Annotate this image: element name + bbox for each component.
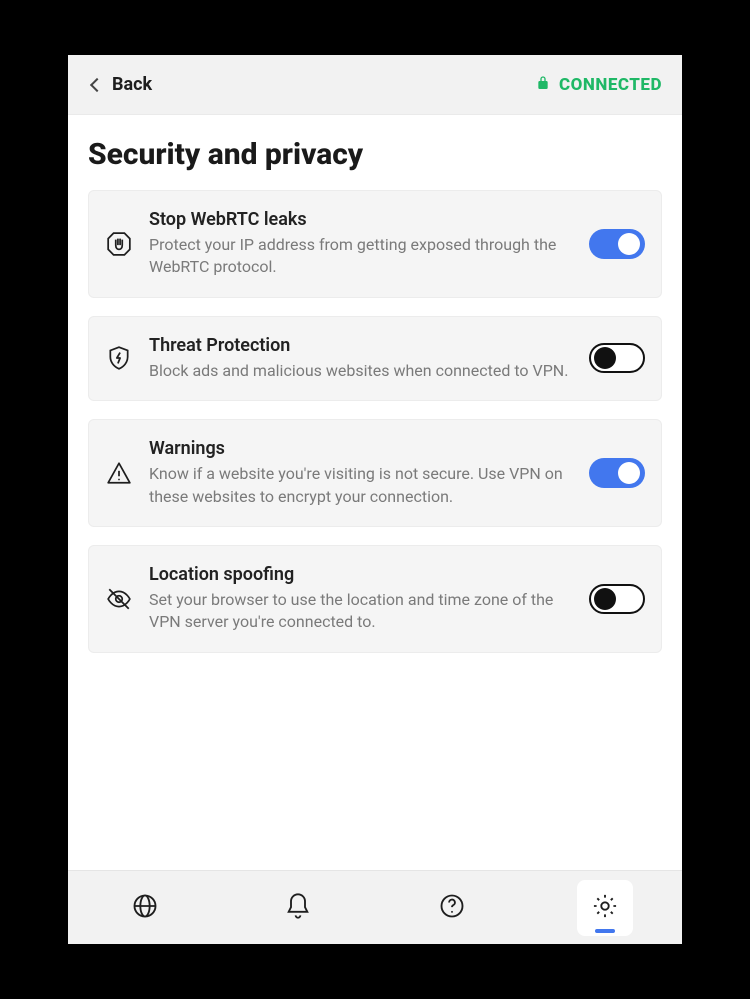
back-button[interactable]: Back xyxy=(88,74,152,95)
content-area: Security and privacy Stop WebRTC leaks P… xyxy=(68,115,682,870)
setting-description: Know if a website you're visiting is not… xyxy=(149,463,573,508)
top-bar: Back CONNECTED xyxy=(68,55,682,115)
nav-settings[interactable] xyxy=(577,880,633,936)
toggle-location-spoofing[interactable] xyxy=(589,584,645,614)
toggle-threat-protection[interactable] xyxy=(589,343,645,373)
toggle-knob xyxy=(618,233,640,255)
warning-triangle-icon xyxy=(105,459,133,487)
setting-text: Stop WebRTC leaks Protect your IP addres… xyxy=(149,209,573,279)
toggle-warnings[interactable] xyxy=(589,458,645,488)
toggle-knob xyxy=(594,588,616,610)
toggle-knob xyxy=(594,347,616,369)
setting-title: Stop WebRTC leaks xyxy=(149,209,573,230)
setting-description: Protect your IP address from getting exp… xyxy=(149,234,573,279)
setting-warnings: Warnings Know if a website you're visiti… xyxy=(88,419,662,527)
setting-threat-protection: Threat Protection Block ads and maliciou… xyxy=(88,316,662,401)
setting-location-spoofing: Location spoofing Set your browser to us… xyxy=(88,545,662,653)
bottom-nav xyxy=(68,870,682,944)
nav-help[interactable] xyxy=(424,880,480,936)
lock-icon xyxy=(535,75,551,95)
back-label: Back xyxy=(112,74,152,95)
setting-text: Threat Protection Block ads and maliciou… xyxy=(149,335,573,382)
connection-status: CONNECTED xyxy=(535,75,662,95)
shield-bolt-icon xyxy=(105,344,133,372)
toggle-knob xyxy=(618,462,640,484)
setting-title: Threat Protection xyxy=(149,335,573,356)
chevron-left-icon xyxy=(90,77,104,91)
app-window: Back CONNECTED Security and privacy Stop… xyxy=(68,55,682,944)
eye-off-icon xyxy=(105,585,133,613)
nav-globe[interactable] xyxy=(117,880,173,936)
setting-stop-webrtc: Stop WebRTC leaks Protect your IP addres… xyxy=(88,190,662,298)
gear-icon xyxy=(591,892,619,924)
toggle-stop-webrtc[interactable] xyxy=(589,229,645,259)
setting-title: Warnings xyxy=(149,438,573,459)
status-label: CONNECTED xyxy=(559,75,662,95)
nav-notifications[interactable] xyxy=(270,880,326,936)
setting-text: Warnings Know if a website you're visiti… xyxy=(149,438,573,508)
stop-hand-icon xyxy=(105,230,133,258)
setting-description: Set your browser to use the location and… xyxy=(149,589,573,634)
setting-description: Block ads and malicious websites when co… xyxy=(149,360,573,382)
globe-icon xyxy=(131,892,159,924)
setting-text: Location spoofing Set your browser to us… xyxy=(149,564,573,634)
page-title: Security and privacy xyxy=(88,137,662,172)
bell-icon xyxy=(284,892,312,924)
help-icon xyxy=(438,892,466,924)
setting-title: Location spoofing xyxy=(149,564,573,585)
